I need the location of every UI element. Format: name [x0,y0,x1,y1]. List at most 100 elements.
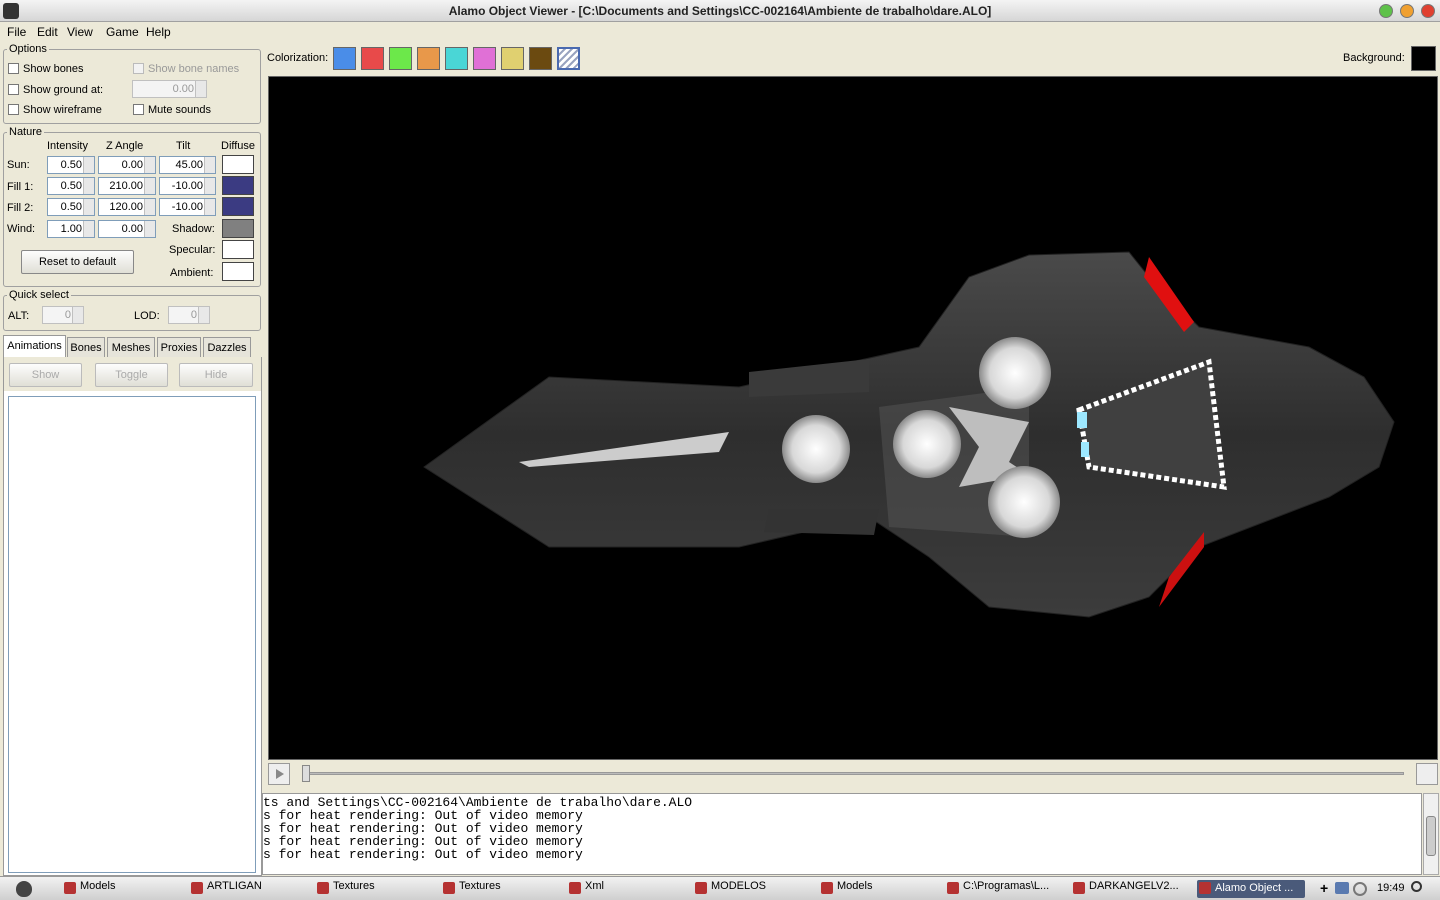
ground-height-spinner[interactable]: 0.00 [132,80,207,98]
reset-to-default-button[interactable]: Reset to default [21,250,134,274]
wind-intensity-spinner[interactable]: 1.00 [47,220,95,238]
zangle-header: Z Angle [106,140,144,152]
console-scroll-thumb[interactable] [1426,816,1436,856]
background-label: Background: [1343,52,1405,64]
wind-label: Wind: [7,223,36,235]
shadow-label: Shadow: [172,223,215,235]
specular-color[interactable] [222,240,254,259]
shadow-color[interactable] [222,219,254,238]
fill2-tilt-spinner[interactable]: -10.00 [159,198,216,216]
fill1-tilt-spinner[interactable]: -10.00 [159,177,216,195]
sun-diffuse-color[interactable] [222,155,254,174]
colorization-label: Colorization: [267,52,329,64]
tab-dazzles[interactable]: Dazzles [203,337,251,357]
tab-meshes[interactable]: Meshes [107,337,155,357]
tab-bones[interactable]: Bones [67,337,105,357]
mute-sounds-checkbox[interactable] [133,104,144,115]
taskbar-item[interactable]: C:\Programas\L... [945,880,1049,898]
maximize-button[interactable] [1379,4,1393,18]
show-ground-checkbox[interactable] [8,84,19,95]
minimize-button[interactable] [1400,4,1414,18]
add-icon[interactable]: + [1320,880,1328,896]
sun-zangle-spinner[interactable]: 0.00 [98,156,156,174]
fill2-intensity-spinner[interactable]: 0.50 [47,198,95,216]
taskbar-item[interactable]: MODELOS [693,880,766,898]
taskbar-item[interactable]: Models [819,880,872,898]
menu-bar: File Edit View Game Help [0,22,1440,42]
color-swatch-none[interactable] [557,47,580,70]
animation-list[interactable] [8,396,256,873]
color-swatch-pink[interactable] [473,47,496,70]
sun-label: Sun: [7,159,30,171]
menu-view[interactable]: View [67,25,93,39]
sun-intensity-spinner[interactable]: 0.50 [47,156,95,174]
console-log[interactable]: ts and Settings\CC-002164\Ambiente de tr… [262,793,1422,875]
menu-game[interactable]: Game [106,25,139,39]
taskbar-item[interactable]: DARKANGELV2... [1071,880,1179,898]
color-swatch-cyan[interactable] [445,47,468,70]
3d-viewport[interactable] [268,76,1438,760]
taskbar-item[interactable]: ARTLIGAN [189,880,262,898]
show-ground-label: Show ground at: [23,84,104,96]
show-wireframe-label: Show wireframe [23,104,102,116]
menu-edit[interactable]: Edit [37,25,58,39]
options-group-label: Options [7,43,49,55]
taskbar-item-active[interactable]: Alamo Object ... [1197,880,1305,898]
intensity-header: Intensity [47,140,88,152]
ambient-label: Ambient: [170,267,214,279]
color-swatch-blue[interactable] [333,47,356,70]
fill1-label: Fill 1: [7,181,34,193]
loop-button[interactable] [1416,763,1438,785]
show-bones-label: Show bones [23,63,84,75]
apple-menu-icon[interactable] [16,881,32,897]
lod-spinner[interactable]: 0 [168,306,210,324]
fill1-zangle-spinner[interactable]: 210.00 [98,177,156,195]
timeline-slider-handle[interactable] [302,765,310,782]
background-color-swatch[interactable] [1411,46,1436,71]
diffuse-header: Diffuse [221,140,256,152]
alt-spinner[interactable]: 0 [42,306,84,324]
taskbar-item[interactable]: Models [62,880,115,898]
hide-animation-button[interactable]: Hide [179,363,253,387]
fill2-label: Fill 2: [7,202,34,214]
sun-tilt-spinner[interactable]: 45.00 [159,156,216,174]
timeline-track[interactable] [302,772,1404,775]
taskbar-item[interactable]: Textures [315,880,375,898]
alt-label: ALT: [8,310,30,322]
fill2-zangle-spinner[interactable]: 120.00 [98,198,156,216]
window-title: Alamo Object Viewer - [C:\Documents and … [448,4,992,18]
close-button[interactable] [1421,4,1435,18]
taskbar: Models ARTLIGAN Textures Textures Xml MO… [0,876,1440,900]
show-bone-names-checkbox[interactable] [133,63,144,74]
color-swatch-red[interactable] [361,47,384,70]
show-bones-checkbox[interactable] [8,63,19,74]
tab-proxies[interactable]: Proxies [157,337,201,357]
taskbar-item[interactable]: Textures [441,880,501,898]
show-wireframe-checkbox[interactable] [8,104,19,115]
tab-animations[interactable]: Animations [3,335,66,358]
clock: 19:49 [1377,882,1405,894]
color-swatch-brown[interactable] [529,47,552,70]
menu-help[interactable]: Help [146,25,171,39]
show-animation-button[interactable]: Show [9,363,82,387]
wind-zangle-spinner[interactable]: 0.00 [98,220,156,238]
console-scrollbar[interactable] [1423,793,1439,875]
color-swatch-green[interactable] [389,47,412,70]
nature-group-label: Nature [7,126,45,138]
fill1-intensity-spinner[interactable]: 0.50 [47,177,95,195]
volume-icon[interactable] [1353,882,1367,896]
show-bone-names-label: Show bone names [148,63,240,75]
taskbar-item[interactable]: Xml [567,880,604,898]
ambient-color[interactable] [222,262,254,281]
network-icon[interactable] [1335,882,1349,894]
search-icon[interactable] [1411,881,1422,892]
lod-label: LOD: [134,310,160,322]
toggle-animation-button[interactable]: Toggle [95,363,168,387]
specular-label: Specular: [169,244,216,256]
color-swatch-orange[interactable] [417,47,440,70]
fill2-diffuse-color[interactable] [222,197,254,216]
menu-file[interactable]: File [7,25,26,39]
play-button[interactable] [268,763,290,785]
fill1-diffuse-color[interactable] [222,176,254,195]
color-swatch-yellow[interactable] [501,47,524,70]
